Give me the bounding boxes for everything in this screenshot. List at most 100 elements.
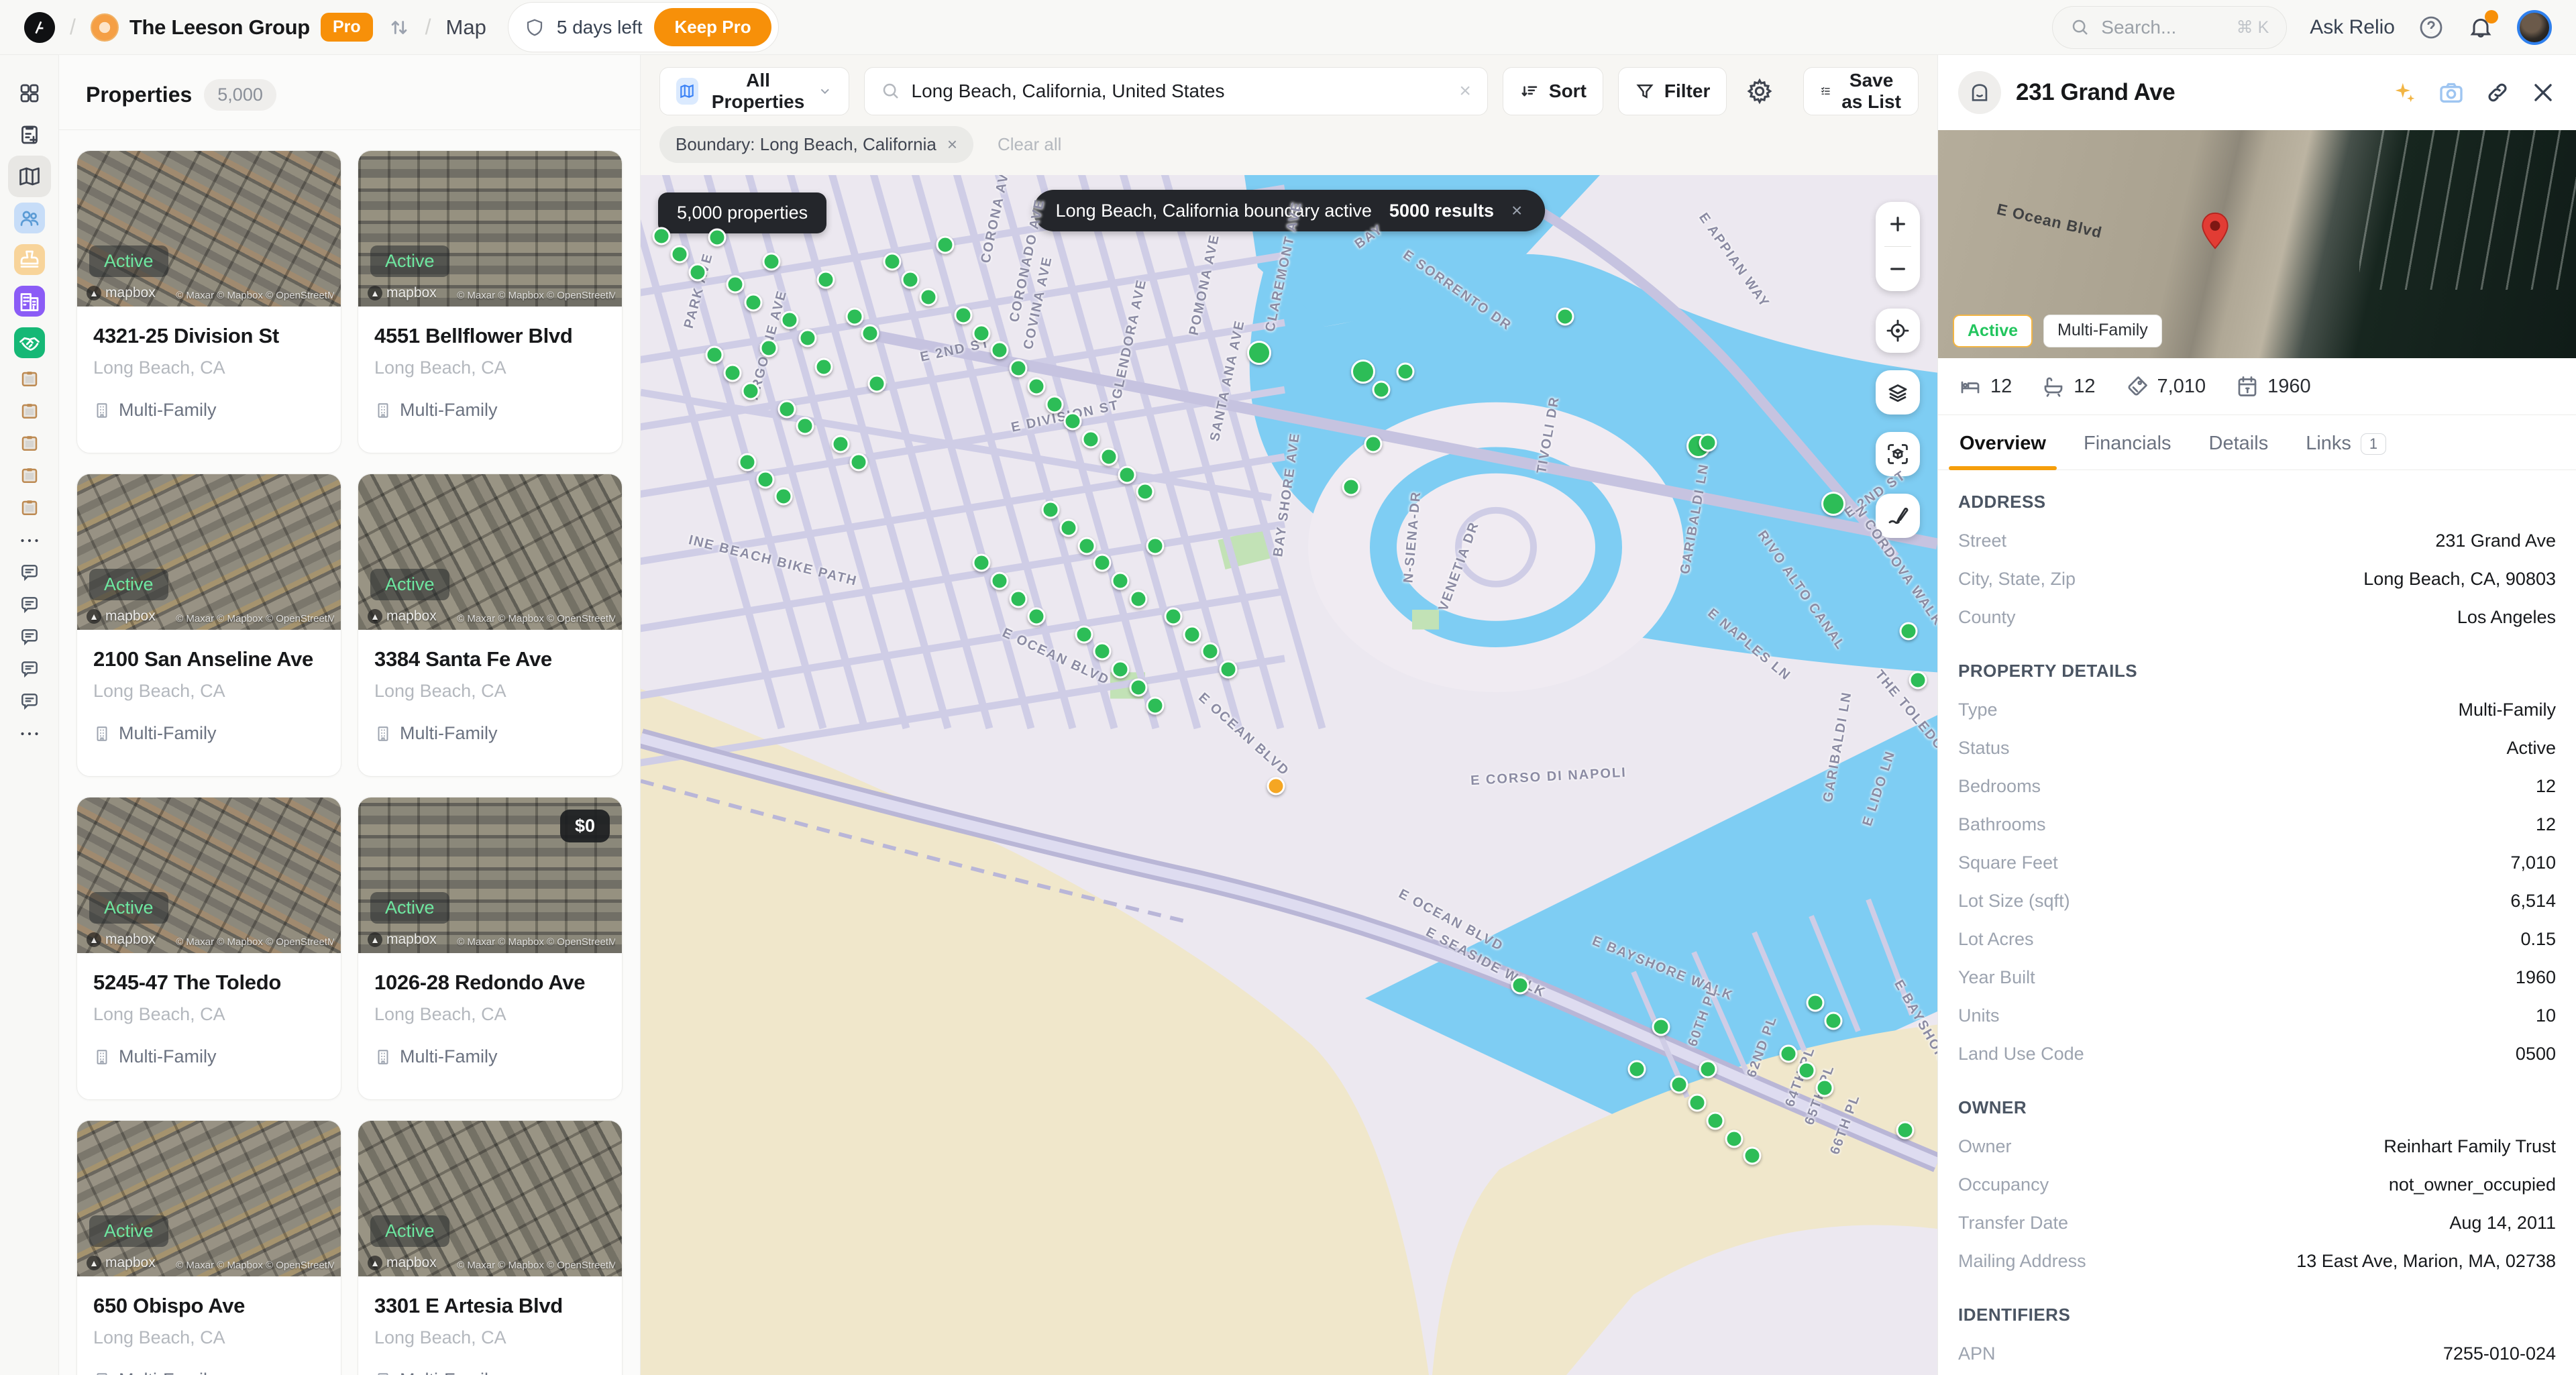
property-marker[interactable]: [1183, 626, 1201, 644]
selected-property-marker[interactable]: [1267, 777, 1285, 795]
property-marker[interactable]: [861, 325, 879, 343]
property-marker[interactable]: [1670, 1076, 1688, 1094]
property-marker[interactable]: [1041, 501, 1059, 519]
clear-search-icon[interactable]: ×: [1459, 80, 1471, 103]
sidebar-item-people-icon[interactable]: [8, 197, 51, 239]
tab-financials[interactable]: Financials: [2082, 415, 2173, 470]
property-marker[interactable]: [1130, 590, 1148, 608]
property-marker[interactable]: [1797, 1061, 1815, 1079]
property-marker[interactable]: [1699, 433, 1717, 451]
sidebar-item-grid-icon[interactable]: [8, 72, 51, 114]
property-marker[interactable]: [1081, 430, 1099, 448]
property-marker[interactable]: [1779, 1044, 1797, 1062]
property-marker[interactable]: [708, 229, 727, 247]
property-marker[interactable]: [814, 358, 833, 376]
property-marker[interactable]: [670, 245, 688, 264]
link-icon[interactable]: [2485, 80, 2510, 105]
sidebar-item-clipboard-icon[interactable]: [8, 364, 51, 396]
property-marker[interactable]: [745, 293, 763, 311]
property-marker[interactable]: [1112, 571, 1130, 590]
property-marker[interactable]: [1118, 466, 1136, 484]
property-card[interactable]: Active ▲mapbox © Maxar © Mapbox © OpenSt…: [358, 150, 623, 453]
property-marker[interactable]: [849, 453, 867, 471]
sidebar-item-stamp-icon[interactable]: [8, 239, 51, 280]
breadcrumb-map[interactable]: Map: [446, 15, 486, 40]
sort-button[interactable]: Sort: [1503, 67, 1603, 115]
property-marker[interactable]: [1807, 994, 1825, 1012]
property-marker[interactable]: [724, 364, 742, 382]
filter-button[interactable]: Filter: [1618, 67, 1727, 115]
property-marker[interactable]: [973, 553, 991, 571]
property-marker[interactable]: [1364, 435, 1383, 453]
remove-boundary-icon[interactable]: ×: [947, 134, 957, 155]
close-icon[interactable]: [2530, 80, 2556, 105]
sidebar-item-clipboard-icon[interactable]: [8, 460, 51, 492]
property-marker[interactable]: [991, 341, 1009, 360]
property-marker[interactable]: [781, 311, 799, 329]
property-marker[interactable]: [936, 235, 955, 254]
property-marker[interactable]: [796, 417, 814, 435]
property-marker[interactable]: [1372, 381, 1390, 399]
property-marker[interactable]: [763, 252, 781, 270]
property-marker[interactable]: [1707, 1111, 1725, 1130]
tab-details[interactable]: Details: [2208, 415, 2270, 470]
property-card[interactable]: Active ▲mapbox © Maxar © Mapbox © OpenSt…: [76, 1120, 341, 1375]
property-marker[interactable]: [1009, 590, 1027, 608]
sidebar-item-chat-icon[interactable]: [8, 621, 51, 653]
property-marker[interactable]: [1627, 1060, 1646, 1078]
zoom-out-button[interactable]: [1876, 247, 1920, 291]
property-marker[interactable]: [738, 453, 756, 471]
property-marker[interactable]: [845, 308, 863, 326]
property-marker[interactable]: [955, 307, 973, 325]
sidebar-item-chat-icon[interactable]: [8, 557, 51, 589]
property-marker[interactable]: [1699, 1060, 1717, 1078]
map-settings-gear-icon[interactable]: [1746, 77, 1774, 105]
property-marker[interactable]: [1825, 1012, 1843, 1030]
tab-links[interactable]: Links1: [2304, 415, 2387, 470]
sidebar-item-clipboard-icon[interactable]: [8, 428, 51, 460]
sidebar-item-clipboard-icon[interactable]: [8, 396, 51, 428]
property-marker[interactable]: [1397, 363, 1415, 381]
sort-arrows-icon[interactable]: [388, 16, 411, 39]
property-marker[interactable]: [1896, 1121, 1914, 1140]
property-marker[interactable]: [742, 382, 760, 400]
banner-close-icon[interactable]: ×: [1511, 200, 1522, 221]
layers-button[interactable]: [1876, 370, 1920, 415]
property-marker[interactable]: [1146, 696, 1165, 714]
property-marker[interactable]: [1201, 643, 1219, 661]
sidebar-item-chat-icon[interactable]: [8, 589, 51, 621]
property-marker[interactable]: [1077, 537, 1095, 555]
property-marker[interactable]: [991, 571, 1009, 590]
sidebar-item-ellipsis-icon[interactable]: [8, 718, 51, 750]
property-marker[interactable]: [1511, 976, 1529, 994]
property-marker[interactable]: [652, 227, 670, 245]
team-switcher[interactable]: The Leeson Group Pro: [91, 13, 373, 42]
detail-satellite-image[interactable]: E Ocean Blvd Active Multi-Family: [1938, 130, 2576, 358]
property-marker[interactable]: [1136, 483, 1154, 501]
property-marker[interactable]: [1652, 1018, 1670, 1036]
save-as-list-button[interactable]: Save as List: [1803, 67, 1919, 115]
property-marker[interactable]: [1099, 448, 1118, 466]
map-canvas[interactable]: 5,000 properties Long Beach, California …: [641, 175, 1937, 1375]
help-icon[interactable]: [2418, 14, 2445, 41]
property-marker[interactable]: [760, 339, 778, 357]
locate-button[interactable]: [1876, 309, 1920, 353]
camera-icon[interactable]: [2438, 79, 2465, 106]
property-marker[interactable]: [1146, 537, 1165, 555]
property-marker[interactable]: [1743, 1146, 1761, 1164]
property-marker[interactable]: [727, 275, 745, 293]
property-marker[interactable]: [1009, 360, 1027, 378]
property-marker[interactable]: [1342, 478, 1360, 496]
property-marker[interactable]: [883, 252, 902, 270]
property-marker[interactable]: [1351, 360, 1375, 384]
property-marker[interactable]: [1815, 1079, 1833, 1097]
property-marker[interactable]: [1112, 661, 1130, 679]
property-marker[interactable]: [1063, 412, 1081, 430]
property-marker[interactable]: [867, 375, 885, 393]
property-marker[interactable]: [973, 325, 991, 343]
property-marker[interactable]: [1093, 553, 1112, 571]
property-card[interactable]: Active ▲mapbox © Maxar © Mapbox © OpenSt…: [76, 474, 341, 777]
sidebar-item-clipboard-plus-icon[interactable]: [8, 114, 51, 156]
property-marker[interactable]: [1075, 626, 1093, 644]
property-marker[interactable]: [1130, 678, 1148, 696]
